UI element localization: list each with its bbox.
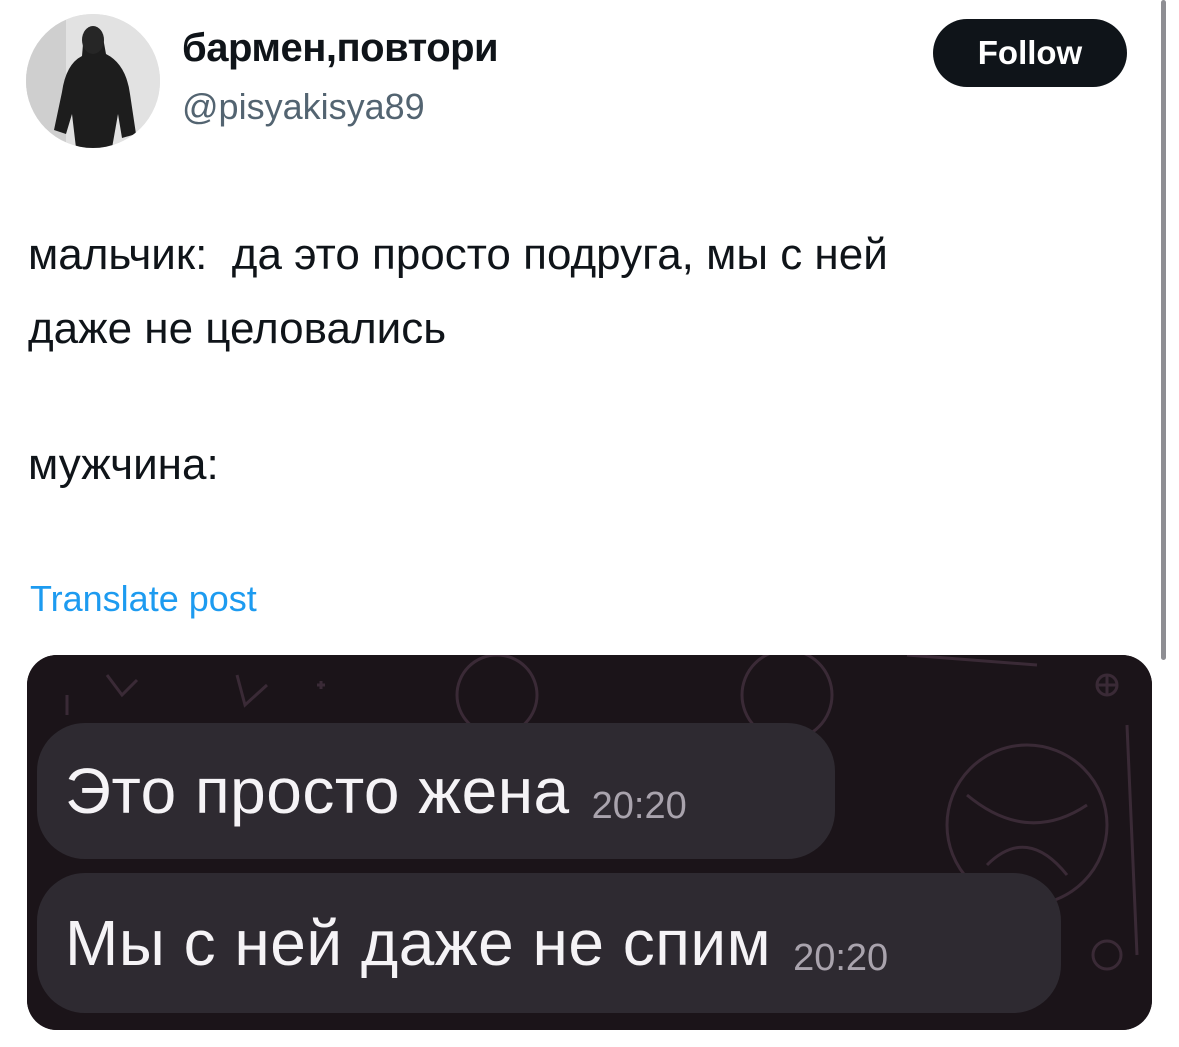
follow-button[interactable]: Follow: [933, 19, 1127, 87]
message-bubble: Мы с ней даже не спим 20:20: [37, 873, 1061, 1013]
scrollbar[interactable]: [1161, 0, 1166, 660]
message-text: Это просто жена: [65, 755, 570, 827]
post-text-line-2: даже не целовались: [28, 304, 447, 353]
message-text: Мы с ней даже не спим: [65, 907, 772, 979]
avatar[interactable]: [26, 14, 160, 148]
post-text-line-1: мальчик: да это просто подруга, мы с ней: [28, 230, 888, 279]
translate-post-link[interactable]: Translate post: [30, 578, 257, 620]
avatar-image: [26, 14, 160, 148]
message-time: 20:20: [591, 784, 687, 827]
message-time: 20:20: [793, 936, 889, 979]
author-display-name[interactable]: бармен,повтори: [182, 26, 499, 71]
post-media-image[interactable]: Это просто жена 20:20 Мы с ней даже не с…: [27, 655, 1152, 1030]
post-text-line-3: мужчина:: [28, 440, 219, 489]
author-handle[interactable]: @pisyakisya89: [182, 86, 425, 128]
message-bubble: Это просто жена 20:20: [37, 723, 835, 859]
